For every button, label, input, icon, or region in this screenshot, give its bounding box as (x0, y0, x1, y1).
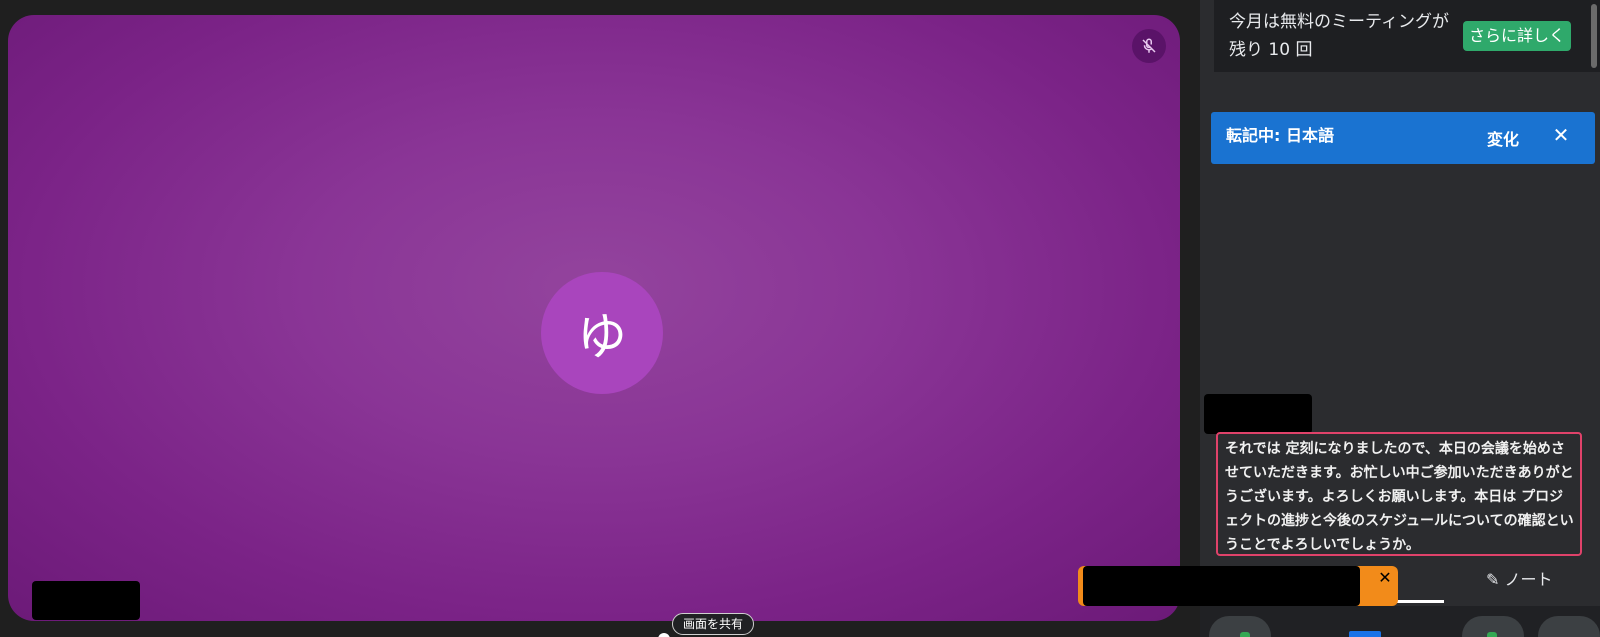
participant-name-redacted (32, 581, 140, 620)
green-indicator-icon (1487, 632, 1497, 637)
tab-notes[interactable]: ✎ ノート (1486, 566, 1553, 590)
tab-notes-label: ノート (1504, 570, 1553, 589)
green-indicator-icon (1240, 632, 1250, 637)
scrollbar-thumb[interactable] (1591, 4, 1597, 68)
pencil-icon: ✎ (1486, 570, 1500, 589)
toolbar-button-3[interactable] (1538, 616, 1600, 637)
caption-text: それでは 定刻になりましたので、本日の会議を始めさせていただきます。お忙しい中ご… (1216, 432, 1582, 556)
promo-text: 今月は無料のミーティングが残り 10 回 (1229, 12, 1449, 60)
mic-off-icon (1132, 29, 1166, 63)
transcription-status: 転記中: 日本語 (1226, 126, 1334, 145)
learn-more-button[interactable]: さらに詳しく (1463, 21, 1571, 51)
avatar-initial: ゆ (577, 308, 627, 366)
participant-avatar: ゆ (541, 272, 663, 394)
pill-indicator (658, 633, 670, 637)
toolbar-blue-indicator (1349, 631, 1381, 637)
change-language-button[interactable]: 変化 (1487, 126, 1519, 150)
speaker-name-redacted (1204, 394, 1312, 434)
close-icon[interactable]: ✕ (1551, 125, 1571, 145)
participant-video-tile[interactable]: ゆ (8, 15, 1180, 621)
active-tab-indicator (1394, 600, 1444, 603)
meeting-screen: ゆ 画面を共有 今月は無料のミーティングが残り 10 回 さらに詳しく 転記中:… (0, 0, 1600, 637)
toast-text-redacted (1083, 566, 1360, 606)
share-screen-pill[interactable]: 画面を共有 (672, 613, 755, 635)
toast-close-icon[interactable]: ✕ (1376, 569, 1394, 587)
